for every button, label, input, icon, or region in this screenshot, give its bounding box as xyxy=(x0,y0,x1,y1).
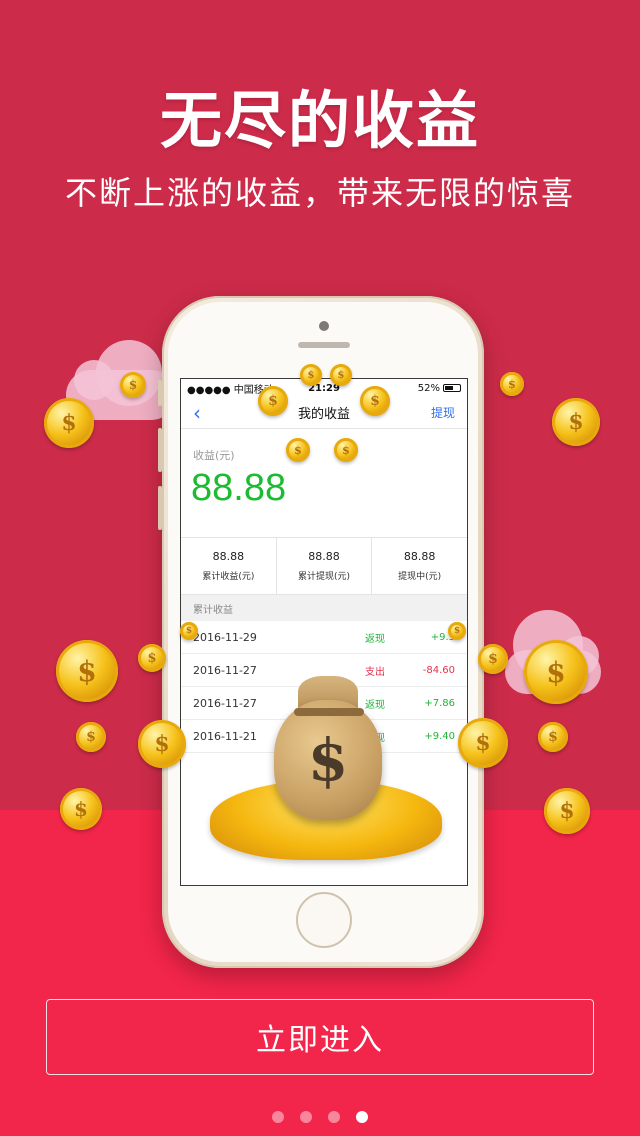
page-dot-3[interactable] xyxy=(328,1111,340,1123)
coin-icon: $ xyxy=(334,438,358,462)
stat-label: 累计收益(元) xyxy=(202,572,255,582)
coin-icon: $ xyxy=(138,644,166,672)
coin-icon: $ xyxy=(60,788,102,830)
dollar-icon: $ xyxy=(307,726,349,794)
record-type: 返现 xyxy=(365,633,385,645)
coin-icon: $ xyxy=(56,640,118,702)
phone-home-button xyxy=(296,892,352,948)
stat-label: 累计提现(元) xyxy=(297,572,351,582)
coin-icon: $ xyxy=(286,438,310,462)
coin-icon: $ xyxy=(120,372,146,398)
earnings-label: 收益(元) xyxy=(193,449,235,462)
coin-icon: $ xyxy=(180,622,198,640)
record-date: 2016-11-29 xyxy=(193,630,257,644)
phone-volume-down xyxy=(158,486,162,530)
stat-withdrawing: 88.88 提现中(元) xyxy=(372,538,467,594)
coin-icon: $ xyxy=(44,398,94,448)
coin-icon: $ xyxy=(458,718,508,768)
page-dot-2[interactable] xyxy=(300,1111,312,1123)
coin-icon: $ xyxy=(538,722,568,752)
list-item[interactable]: 2016-11-29 返现 +9.5 xyxy=(181,621,467,654)
phone-camera xyxy=(319,321,329,331)
coin-icon: $ xyxy=(524,640,588,704)
hero-subtitle: 不断上涨的收益，带来无限的惊喜 xyxy=(64,174,575,212)
phone-volume-up xyxy=(158,428,162,472)
earnings-amount: 88.88 xyxy=(191,467,287,509)
section-header: 累计收益 xyxy=(181,595,467,621)
stat-value: 88.88 xyxy=(212,550,245,563)
status-bar: ●●●●● 中国移动 21:29 52% xyxy=(181,379,467,397)
page-indicator xyxy=(0,1111,640,1125)
stat-total-withdrawn: 88.88 累计提现(元) xyxy=(277,538,373,594)
stat-label: 提现中(元) xyxy=(398,572,442,582)
bag-tie xyxy=(294,708,364,716)
money-bag-icon: $ xyxy=(274,700,382,820)
coin-icon: $ xyxy=(478,644,508,674)
hero-title: 无尽的收益 xyxy=(159,84,480,157)
page-title: 我的收益 xyxy=(297,407,350,422)
coin-icon: $ xyxy=(544,788,590,834)
money-bag-illustration: $ xyxy=(210,660,442,860)
back-chevron-icon[interactable]: ‹ xyxy=(193,403,201,423)
battery-icon xyxy=(443,384,461,392)
phone-speaker xyxy=(298,342,350,348)
coin-icon: $ xyxy=(138,720,186,768)
enter-button[interactable]: 立即进入 xyxy=(46,999,594,1075)
coin-icon: $ xyxy=(330,364,352,386)
coin-icon: $ xyxy=(448,622,466,640)
stats-row: 88.88 累计收益(元) 88.88 累计提现(元) 88.88 提现中(元) xyxy=(181,537,467,595)
stat-total-earnings: 88.88 累计收益(元) xyxy=(181,538,277,594)
coin-icon: $ xyxy=(300,364,322,386)
coin-icon: $ xyxy=(500,372,524,396)
nav-bar: ‹ 我的收益 提现 xyxy=(181,397,467,429)
coin-icon: $ xyxy=(552,398,600,446)
coin-icon: $ xyxy=(360,386,390,416)
phone-side-button xyxy=(158,380,162,406)
page-dot-1[interactable] xyxy=(272,1111,284,1123)
withdraw-link[interactable]: 提现 xyxy=(431,404,455,421)
coin-icon: $ xyxy=(76,722,106,752)
stat-value: 88.88 xyxy=(403,550,436,563)
coin-icon: $ xyxy=(258,386,288,416)
status-time: 21:29 xyxy=(308,382,340,394)
page-dot-4-active[interactable] xyxy=(356,1111,368,1123)
stat-value: 88.88 xyxy=(308,550,340,563)
